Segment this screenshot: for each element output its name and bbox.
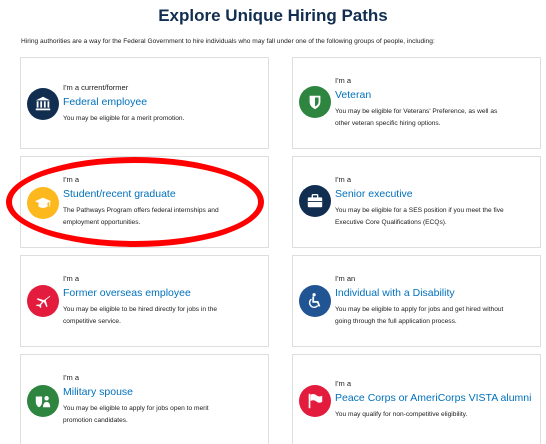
card-description: You may qualify for non-competitive elig… — [335, 411, 468, 418]
airplane-icon — [27, 285, 59, 317]
hiring-path-card-overseas-employee[interactable]: I'm a Former overseas employee You may b… — [20, 255, 269, 347]
card-description: You may be eligible for Veterans' Prefer… — [335, 108, 498, 115]
card-description: You may be eligible to apply for jobs an… — [335, 306, 504, 313]
flag-icon — [299, 385, 331, 417]
card-description-line2: going through the full application proce… — [335, 318, 457, 325]
intro-text: Hiring authorities are a way for the Fed… — [21, 38, 435, 45]
card-description-line2: competitive service. — [63, 318, 121, 325]
briefcase-icon — [299, 185, 331, 217]
card-description: You may be eligible for a merit promotio… — [63, 115, 185, 122]
page-title: Explore Unique Hiring Paths — [158, 6, 388, 25]
card-title-link[interactable]: Peace Corps or AmeriCorps VISTA alumni — [335, 392, 531, 404]
card-prefix: I'm a — [335, 76, 352, 85]
hiring-path-card-student[interactable]: I'm a Student/recent graduate The Pathwa… — [20, 156, 269, 248]
card-description-line2: other veteran specific hiring options. — [335, 120, 441, 127]
card-description-line2: promotion candidates. — [63, 417, 128, 424]
card-description: You may be eligible to be hired directly… — [63, 306, 218, 313]
card-title-link[interactable]: Military spouse — [63, 386, 133, 398]
card-description: You may be eligible for a SES position i… — [335, 207, 504, 214]
hiring-path-card-disability[interactable]: I'm an Individual with a Disability You … — [292, 255, 541, 347]
card-description: You may be eligible to apply for jobs op… — [63, 405, 209, 412]
card-title-link[interactable]: Veteran — [335, 89, 371, 101]
card-description-line2: employment opportunities. — [63, 219, 141, 226]
card-title-link[interactable]: Individual with a Disability — [335, 287, 455, 299]
card-prefix: I'm a — [335, 379, 352, 388]
hiring-path-card-federal-employee[interactable]: I'm a current/former Federal employee Yo… — [20, 57, 269, 149]
shield-icon — [299, 86, 331, 118]
card-prefix: I'm a — [63, 373, 80, 382]
building-icon — [27, 88, 59, 120]
hiring-path-card-peace-corps[interactable]: I'm a Peace Corps or AmeriCorps VISTA al… — [292, 354, 541, 444]
hiring-path-card-military-spouse[interactable]: I'm a Military spouse You may be eligibl… — [20, 354, 269, 444]
card-title-link[interactable]: Senior executive — [335, 188, 413, 200]
card-prefix: I'm a — [335, 175, 352, 184]
card-prefix: I'm a current/former — [63, 83, 129, 92]
card-prefix: I'm a — [63, 274, 80, 283]
hiring-path-card-senior-executive[interactable]: I'm a Senior executive You may be eligib… — [292, 156, 541, 248]
card-prefix: I'm an — [335, 274, 356, 283]
card-title-link[interactable]: Student/recent graduate — [63, 188, 176, 200]
card-title-link[interactable]: Federal employee — [63, 96, 147, 108]
card-title-link[interactable]: Former overseas employee — [63, 287, 191, 299]
wheelchair-icon — [299, 285, 331, 317]
graduation-cap-icon — [27, 187, 59, 219]
card-description: The Pathways Program offers federal inte… — [63, 207, 219, 214]
hiring-path-card-veteran[interactable]: I'm a Veteran You may be eligible for Ve… — [292, 57, 541, 149]
card-prefix: I'm a — [63, 175, 80, 184]
card-description-line2: Executive Core Qualifications (ECQs). — [335, 219, 447, 226]
military-spouse-icon — [27, 385, 59, 417]
